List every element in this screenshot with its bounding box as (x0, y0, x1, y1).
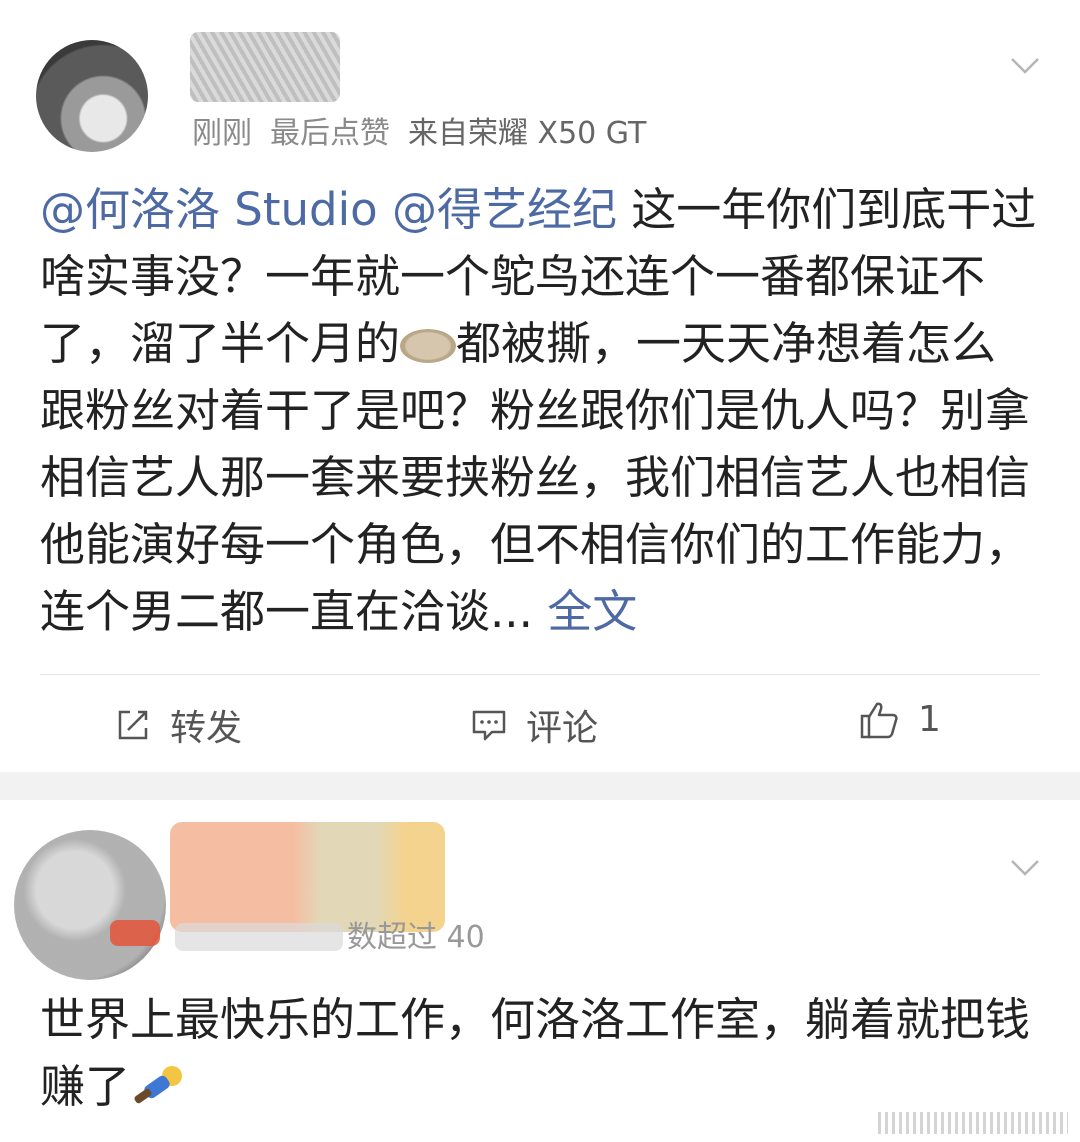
post-text: 世界上最快乐的工作，何洛洛工作室，躺着就把钱赚了 (40, 993, 1031, 1113)
post-content: 世界上最快乐的工作，何洛洛工作室，躺着就把钱赚了 (40, 986, 1040, 1120)
repost-icon (118, 710, 148, 740)
meta-visible-text: 数超过 40 (347, 920, 485, 955)
post-separator (0, 772, 1080, 800)
mention-link[interactable]: @得艺经纪 (392, 183, 617, 236)
watermark (878, 1112, 1068, 1134)
weibo-post: 刚刚 最后点赞 来自荣耀 X50 GT @何洛洛 Studio @得艺经纪 这一年你… (0, 0, 1080, 772)
comment-button[interactable]: 评论 (470, 699, 598, 751)
like-count: 1 (918, 699, 941, 740)
like-status: 最后点赞 (270, 116, 390, 151)
post-meta: 刚刚 最后点赞 来自荣耀 X50 GT (192, 108, 664, 152)
like-button[interactable]: 1 (858, 699, 941, 740)
repost-label: 转发 (170, 708, 243, 749)
comment-label: 评论 (526, 708, 599, 749)
chevron-down-icon[interactable] (1010, 50, 1040, 80)
avatar[interactable] (36, 40, 148, 152)
avatar-badge (110, 920, 160, 946)
lying-man-emoji-icon (130, 1061, 186, 1109)
mention-link[interactable]: @何洛洛 Studio (40, 183, 378, 236)
weibo-post: 数超过 40 世界上最快乐的工作，何洛洛工作室，躺着就把钱赚了 (0, 800, 1080, 1142)
post-source: 来自荣耀 X50 GT (408, 116, 647, 151)
full-text-link[interactable]: 全文 (547, 585, 637, 638)
post-content: @何洛洛 Studio @得艺经纪 这一年你们到底干过啥实事没？一年就一个鸵鸟还… (40, 176, 1040, 645)
post-meta: 数超过 40 (175, 912, 485, 956)
pie-emoji-icon (400, 329, 457, 363)
avatar[interactable] (14, 830, 166, 980)
post-time: 刚刚 (192, 116, 252, 151)
comment-icon (472, 710, 506, 741)
thumbs-up-icon (860, 702, 898, 738)
chevron-down-icon[interactable] (1010, 852, 1040, 882)
repost-button[interactable]: 转发 (114, 699, 242, 751)
action-bar: 转发 评论 1 (40, 674, 1040, 771)
username-blurred[interactable] (190, 32, 340, 102)
meta-blurred (175, 923, 343, 951)
